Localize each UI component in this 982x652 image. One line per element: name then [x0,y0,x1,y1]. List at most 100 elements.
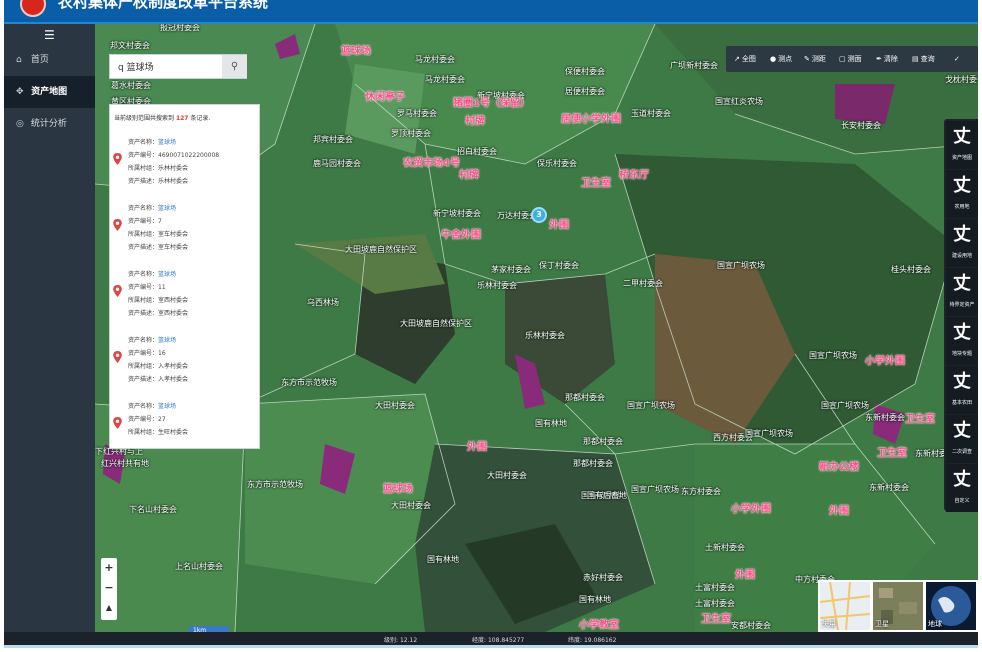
place-label: 邦文村委会 [110,41,150,50]
zoom-in-button[interactable]: + [101,558,117,578]
sidebar-item-asset-map[interactable]: ✥ 资产地图 [4,76,95,108]
asset-name-link[interactable]: 篮球场 [158,205,176,212]
tool-measure-point[interactable]: ● 测点 [770,46,792,72]
place-label: 东方市示范牧场 [247,480,303,489]
field-label: 资产编号： [128,416,159,423]
poi-label[interactable]: 猪圈1号（保留） [453,94,530,109]
place-label: 保丁村委会 [539,261,579,270]
layer-label: 基本农田 [951,400,972,406]
poi-label[interactable]: 农贸市场4号 [403,154,460,169]
satellite-map[interactable]: 报冠村委会 邦文村委会 葛水村委会 黄区村委会 邦宾村委会 鹿马园村委会 罗顶村… [95,24,978,632]
zoom-out-button[interactable]: − [101,578,117,598]
poi-label[interactable]: 牛舍外围 [441,226,481,241]
place-label: 乌西林场 [307,298,339,307]
search-box: ⚲ [109,54,247,79]
location-pin-icon [113,219,122,231]
menu-toggle-icon[interactable]: ☰ [44,28,55,42]
sidebar-item-label: 资产地图 [31,87,68,97]
layer-icon: 丈 [953,126,971,147]
tool-full-extent[interactable]: ↗ 全图 [734,46,756,72]
poi-label[interactable]: 村牌 [465,112,485,127]
field-label: 资产描述： [128,178,159,185]
asset-name-link[interactable]: 篮球场 [158,403,176,410]
search-input[interactable] [110,55,220,78]
place-label: 邦宾村委会 [313,135,353,144]
search-icon[interactable]: ⚲ [222,55,247,78]
poi-label[interactable]: 小学外围 [865,352,905,367]
field-label: 资产名称： [128,271,159,278]
layer-asset-map[interactable]: 丈资产地图 [946,121,978,169]
place-label: 马龙村委会 [425,75,465,84]
place-label: 大田村委会 [375,401,415,410]
status-value: 108.845277 [487,637,525,644]
poi-label[interactable]: 外围 [549,216,569,231]
map-cluster-marker[interactable]: 3 [531,207,547,223]
place-label: 报冠村委会 [160,24,200,32]
asset-name-link[interactable]: 篮球场 [158,139,176,146]
poi-label[interactable]: 村牌 [459,166,479,181]
layer-parcel-topic[interactable]: 丈地块专题 [946,317,978,365]
layer-farmland[interactable]: 丈农用地 [946,170,978,218]
layer-custom[interactable]: 丈自定义 [946,464,978,512]
result-record[interactable]: 资产名称：篮球场 资产编号：4690071022200008 所属村组：乐林村委… [110,133,259,197]
place-label: 长安村委会 [841,121,881,130]
map-toolbar: ↗ 全图 ● 测点 ✎ 测距 ▢ 测面 ✒ 清除 ▤ 查询 ✓ [726,46,978,72]
basemap-vector[interactable]: 矢量 [820,582,870,630]
layer-panel: 丈资产地图 丈农用地 丈建设用地 丈待界定资产 丈地块专题 丈基本农田 丈二次调… [944,119,978,512]
poi-label[interactable]: 外围 [829,502,849,517]
location-pin-icon [113,285,122,297]
tool-measure-distance[interactable]: ✎ 测距 [804,46,826,72]
query-icon: ▤ [912,55,919,63]
poi-label[interactable]: 新办公楼 [819,458,859,473]
status-value: 19.086162 [583,637,617,644]
tool-clear[interactable]: ✒ 清除 [876,46,898,72]
field-label: 资产编号： [128,284,159,291]
basemap-satellite[interactable]: 卫星 [873,582,923,630]
result-record[interactable]: 资产名称：篮球场 资产编号：16 所属村组：入孝村委会 资产描述：入孝村委会 [110,331,259,395]
sidebar-item-home[interactable]: ⌂ 首页 [4,44,95,76]
search-results-panel: 当前级别范围共搜索到 127 条记录. 资产名称：篮球场 资产编号：469007… [109,104,260,449]
app-window: 农村集体产权制度改革平台系统 ☰ ⌂ 首页 ✥ 资产地图 ◎ 统计分析 报冠村委… [4,0,978,648]
place-label: 国有林地 [535,419,567,428]
eraser-icon: ✒ [876,55,882,63]
north-arrow-icon[interactable]: ▲ [101,598,117,618]
poi-label[interactable]: 卫生室 [581,174,611,189]
status-label: 经度 [472,637,485,644]
result-record[interactable]: 资产名称：篮球场 资产编号：27 所属村组：生旺村委会 [110,397,259,448]
basemap-globe[interactable]: 地球 [926,582,976,630]
tool-label: 测面 [847,55,862,63]
poi-label[interactable]: 外围 [735,566,755,581]
poi-label[interactable]: 卫生室 [905,410,935,425]
asset-org: 乐林村委会 [158,165,189,172]
tool-query[interactable]: ▤ 查询 [912,46,935,72]
sidebar-item-statistics[interactable]: ◎ 统计分析 [4,108,95,140]
target-icon: ◎ [16,119,24,129]
result-record[interactable]: 资产名称：篮球场 资产编号：7 所属村组：室车村委会 资产描述：室车村委会 [110,199,259,263]
poi-label[interactable]: 小学外围 [731,500,771,515]
layer-undefined-assets[interactable]: 丈待界定资产 [946,268,978,316]
place-label: 茅家村委会 [491,265,531,274]
tool-measure-area[interactable]: ▢ 测面 [839,46,862,72]
layer-basic-farmland[interactable]: 丈基本农田 [946,366,978,414]
layer-icon: 丈 [953,322,971,343]
check-icon[interactable]: ✓ [954,46,960,72]
place-label: 土富村委会 [695,599,735,608]
poi-label[interactable]: 桥东厅 [619,166,649,181]
field-label: 资产描述： [128,244,159,251]
result-record[interactable]: 资产名称：篮球场 资产编号：11 所属村组：室西村委会 资产描述：室西村委会 [110,265,259,329]
poi-label[interactable]: 篮球场 [341,42,371,57]
poi-label[interactable]: 小学教室 [579,616,619,631]
poi-label[interactable]: 卫生室 [701,610,731,625]
layer-construction-land[interactable]: 丈建设用地 [946,219,978,267]
asset-name-link[interactable]: 篮球场 [158,271,176,278]
poi-label[interactable]: 篮球场 [383,480,413,495]
asset-name-link[interactable]: 篮球场 [158,337,176,344]
layer-second-survey[interactable]: 丈二次调查 [946,415,978,463]
layer-icon: 丈 [953,420,971,441]
place-label: 戈枕村委会 [945,75,978,84]
poi-label[interactable]: 居便小学外围 [561,110,621,125]
poi-label[interactable]: 卫生室 [877,444,907,459]
poi-label[interactable]: 休闲亭子 [365,88,405,103]
poi-label[interactable]: 外围 [467,438,487,453]
layer-label: 自定义 [954,498,970,504]
